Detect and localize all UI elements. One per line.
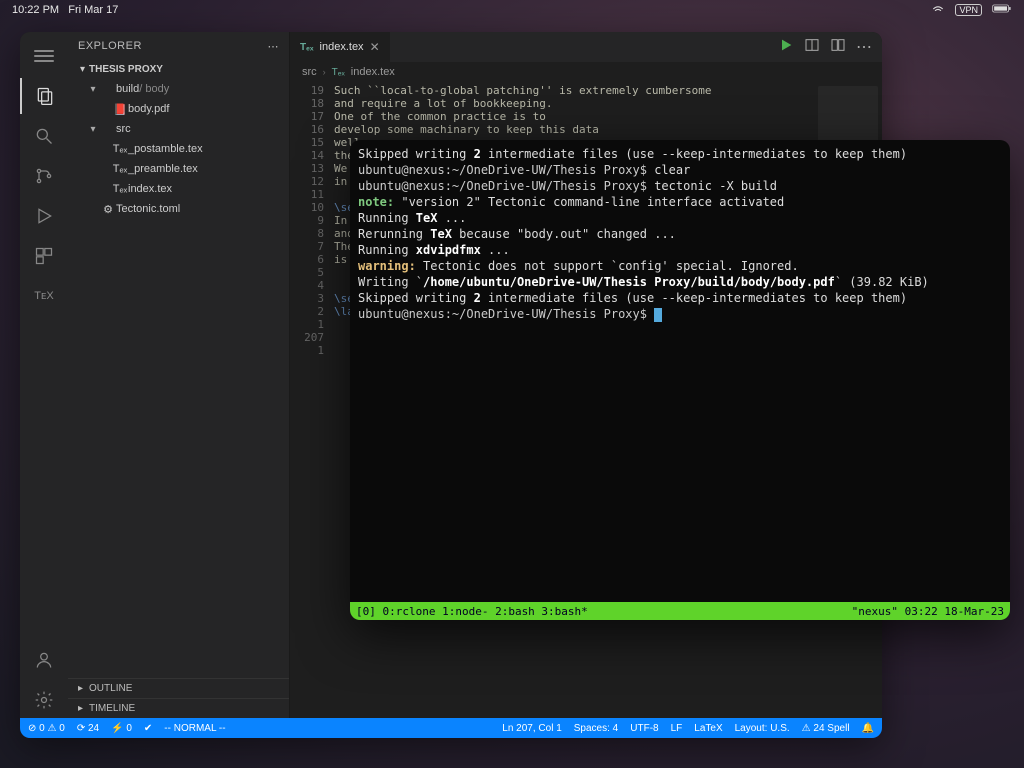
outline-label: OUTLINE (89, 683, 132, 694)
file-label: Tectonic.toml (116, 203, 180, 215)
file-label: src (116, 123, 131, 135)
status-item[interactable]: Spaces: 4 (574, 723, 618, 734)
file-icon: Tₑₓ (112, 183, 128, 195)
wifi-icon (931, 2, 945, 19)
clock: 10:22 PM (12, 4, 59, 16)
mac-menubar: 10:22 PM Fri Mar 17 VPN (0, 0, 1024, 20)
status-left: ⊘ 0 ⚠ 0 ⟳ 24 ⚡ 0 ✔ -- NORMAL -- (28, 723, 226, 734)
search-icon[interactable] (20, 118, 68, 154)
chevron-icon: ▾ (86, 124, 100, 135)
status-item[interactable]: Ln 207, Col 1 (502, 723, 562, 734)
tab-bar: Tₑₓ index.tex ✕ ⋯ (290, 32, 882, 62)
project-name-label: THESIS PROXY (89, 64, 163, 75)
hamburger-menu[interactable] (20, 38, 68, 74)
debug-icon[interactable] (20, 198, 68, 234)
timeline-label: TIMELINE (89, 703, 135, 714)
activity-bar: TᴇX (20, 32, 68, 718)
file-tree-item[interactable]: 📕body.pdf (68, 99, 289, 119)
menubar-right: VPN (931, 2, 1012, 19)
date: Fri Mar 17 (68, 4, 118, 16)
settings-icon[interactable] (20, 682, 68, 718)
tex-file-icon: Tₑₓ (300, 42, 314, 53)
account-icon[interactable] (20, 642, 68, 678)
file-icon: Tₑₓ (112, 143, 128, 155)
status-item[interactable]: LF (671, 723, 683, 734)
status-item[interactable]: ⟳ 24 (77, 723, 99, 734)
breadcrumb[interactable]: src › Tₑₓ index.tex (290, 62, 882, 82)
source-control-icon[interactable] (20, 158, 68, 194)
status-item[interactable]: 🔔 (862, 723, 874, 734)
tmux-status-left: [0] 0:rclone 1:node- 2:bash 3:bash* (356, 605, 588, 618)
tmux-status-right: "nexus" 03:22 18-Mar-23 (852, 605, 1004, 618)
file-label: index.tex (128, 183, 172, 195)
terminal-output[interactable]: Skipped writing 2 intermediate files (us… (350, 140, 1010, 602)
breadcrumb-segment[interactable]: index.tex (351, 66, 395, 78)
explorer-sidebar: EXPLORER ⋯ ▾ THESIS PROXY ▾ build / body 📕… (68, 32, 290, 718)
chevron-icon: ▾ (86, 84, 100, 95)
editor-actions: ⋯ (778, 32, 882, 62)
vpn-badge: VPN (955, 4, 982, 16)
file-tree: ▾build / body📕body.pdf▾srcTₑₓ_postamble.… (68, 79, 289, 678)
split-icon[interactable] (804, 37, 820, 58)
status-item[interactable]: UTF-8 (630, 723, 658, 734)
status-item[interactable]: ⚡ 0 (111, 723, 132, 734)
timeline-section[interactable]: ▸ TIMELINE (68, 698, 289, 718)
file-suffix: / body (139, 83, 169, 95)
chevron-right-icon: ▸ (78, 683, 83, 694)
file-tree-item[interactable]: ▾ build / body (68, 79, 289, 99)
project-title[interactable]: ▾ THESIS PROXY (68, 60, 289, 79)
file-label: build (116, 83, 139, 95)
tmux-status-bar[interactable]: [0] 0:rclone 1:node- 2:bash 3:bash* "nex… (350, 602, 1010, 620)
status-item[interactable]: ✔ (144, 723, 152, 734)
chevron-right-icon: ▸ (78, 703, 83, 714)
close-icon[interactable]: ✕ (370, 40, 380, 54)
file-label: _preamble.tex (128, 163, 198, 175)
file-tree-item[interactable]: Tₑₓ_preamble.tex (68, 159, 289, 179)
more-icon[interactable]: ⋯ (856, 37, 872, 57)
status-item[interactable]: ⊘ 0 ⚠ 0 (28, 723, 65, 734)
file-icon: Tₑₓ (112, 163, 128, 175)
status-item[interactable]: -- NORMAL -- (164, 723, 225, 734)
menubar-left: 10:22 PM Fri Mar 17 (12, 4, 118, 16)
sidebar-more-icon[interactable]: ⋯ (268, 40, 280, 53)
file-tree-item[interactable]: Tₑₓindex.tex (68, 179, 289, 199)
layout-icon[interactable] (830, 37, 846, 58)
status-item[interactable]: LaTeX (694, 723, 722, 734)
status-bar: ⊘ 0 ⚠ 0 ⟳ 24 ⚡ 0 ✔ -- NORMAL -- Ln 207, Col … (20, 718, 882, 738)
status-right: Ln 207, Col 1 Spaces: 4 UTF-8 LF LaTeX Layout… (502, 723, 874, 734)
chevron-down-icon: ▾ (80, 64, 85, 75)
file-tree-item[interactable]: ⚙Tectonic.toml (68, 199, 289, 219)
battery-icon (992, 3, 1012, 17)
tex-file-icon: Tₑₓ (332, 67, 345, 78)
explorer-icon[interactable] (20, 78, 68, 114)
file-tree-item[interactable]: ▾ src (68, 119, 289, 139)
file-icon: 📕 (112, 103, 128, 116)
status-item[interactable]: ⚠ 24 Spell (802, 723, 850, 734)
tab-label: index.tex (320, 41, 364, 53)
sidebar-title: EXPLORER (78, 40, 142, 52)
file-icon: ⚙ (100, 203, 116, 216)
tab-index-tex[interactable]: Tₑₓ index.tex ✕ (290, 32, 391, 62)
extensions-icon[interactable] (20, 238, 68, 274)
terminal-window: Skipped writing 2 intermediate files (us… (350, 140, 1010, 620)
outline-section[interactable]: ▸ OUTLINE (68, 678, 289, 698)
file-tree-item[interactable]: Tₑₓ_postamble.tex (68, 139, 289, 159)
tex-icon[interactable]: TᴇX (20, 278, 68, 314)
status-item[interactable]: Layout: U.S. (735, 723, 790, 734)
run-icon[interactable] (778, 37, 794, 58)
file-label: body.pdf (128, 103, 169, 115)
line-number-gutter: 191817161514131211109876543212071 (290, 82, 334, 718)
breadcrumb-segment[interactable]: src (302, 66, 317, 78)
sidebar-header: EXPLORER ⋯ (68, 32, 289, 60)
chevron-right-icon: › (323, 67, 326, 77)
file-label: _postamble.tex (128, 143, 203, 155)
